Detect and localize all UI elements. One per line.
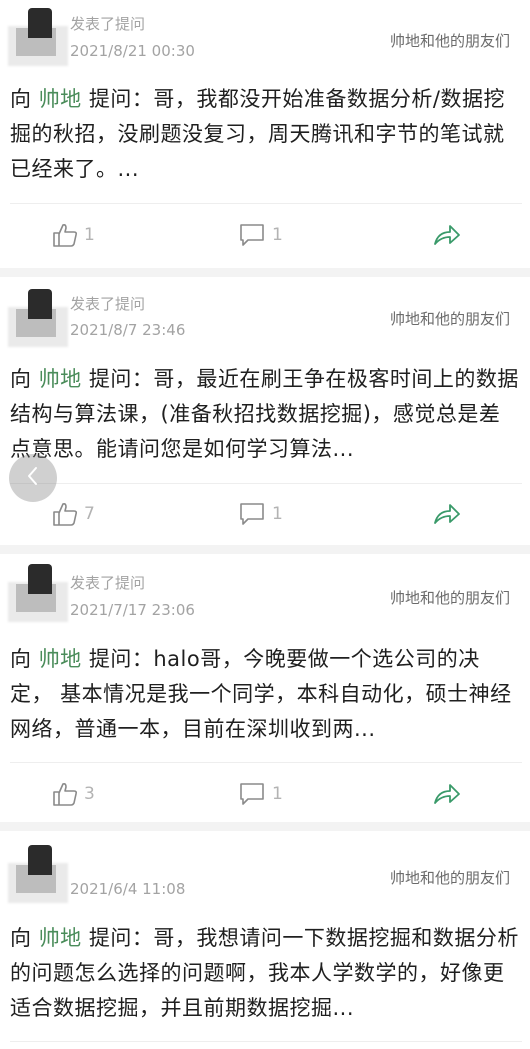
share-button[interactable] [432,499,462,529]
author-name[interactable]: 帅地 [39,926,82,950]
asked-label: 发表了提问 [70,574,146,592]
comment-count: 1 [272,784,283,804]
post-time: 2021/8/21 00:30 [70,42,195,60]
author-name[interactable]: 帅地 [39,87,82,111]
avatar[interactable] [8,845,68,905]
question-label: 提问： [88,87,154,111]
comment-icon [238,501,266,527]
post-time: 2021/7/17 23:06 [70,601,195,619]
question-body: 哥，我想请问一下数据挖掘和数据分析的问题怎么选择的问题啊，我本人学数学的，好像更… [10,926,519,1020]
action-bar: 3 1 [0,779,530,809]
asked-label: 发表了提问 [70,15,146,33]
thumbs-up-icon [52,781,78,807]
like-button[interactable]: 7 [52,499,95,529]
circle-name[interactable]: 帅地和他的朋友们 [390,308,510,329]
share-arrow-icon [432,501,462,527]
like-button[interactable]: 1 [52,220,95,250]
post-time: 2021/8/7 23:46 [70,321,186,339]
question-text[interactable]: 向 帅地 提问：哥，我都没开始准备数据分析/数据挖掘的秋招，没刷题没复习，周天腾… [10,82,520,187]
card-separator [0,545,530,554]
action-bar: 7 1 [0,499,530,529]
question-label: 提问： [88,926,154,950]
like-count: 3 [84,784,95,804]
question-text[interactable]: 向 帅地 提问：哥，最近在刷王争在极客时间上的数据结构与算法课，(准备秋招找数据… [10,362,520,467]
avatar[interactable] [8,289,68,349]
thumbs-up-icon [52,222,78,248]
comment-icon [238,781,266,807]
post-card[interactable]: 发表了提问 2021/8/7 23:46 帅地和他的朋友们 向 帅地 提问：哥，… [0,277,530,545]
question-body: halo哥，今晚要做一个选公司的决定， 基本情况是我一个同学，本科自动化，硕士神… [10,647,512,741]
divider [10,203,522,204]
chevron-left-icon [25,465,41,491]
comment-icon [238,222,266,248]
author-name[interactable]: 帅地 [39,367,82,391]
circle-name[interactable]: 帅地和他的朋友们 [390,867,510,888]
action-bar: 1 1 [0,220,530,250]
divider [10,1041,522,1042]
question-label: 提问： [88,367,154,391]
back-button[interactable] [9,454,57,502]
to-label: 向 [10,926,32,950]
comment-button[interactable]: 1 [238,499,283,529]
share-arrow-icon [432,222,462,248]
post-card[interactable]: 发表了提问 2021/7/17 23:06 帅地和他的朋友们 向 帅地 提问：h… [0,554,530,822]
share-button[interactable] [432,779,462,809]
divider [10,762,522,763]
like-button[interactable]: 3 [52,779,95,809]
to-label: 向 [10,647,32,671]
card-separator [0,268,530,277]
comment-count: 1 [272,225,283,245]
question-text[interactable]: 向 帅地 提问：halo哥，今晚要做一个选公司的决定， 基本情况是我一个同学，本… [10,642,520,747]
comment-count: 1 [272,504,283,524]
question-label: 提问： [88,647,154,671]
thumbs-up-icon [52,501,78,527]
comment-button[interactable]: 1 [238,779,283,809]
question-body: 哥，最近在刷王争在极客时间上的数据结构与算法课，(准备秋招找数据挖掘)，感觉总是… [10,367,519,461]
question-body: 哥，我都没开始准备数据分析/数据挖掘的秋招，没刷题没复习，周天腾讯和字节的笔试就… [10,87,505,181]
circle-name[interactable]: 帅地和他的朋友们 [390,30,510,51]
post-card[interactable]: 2021/6/4 11:08 帅地和他的朋友们 向 帅地 提问：哥，我想请问一下… [0,831,530,1049]
like-count: 1 [84,225,95,245]
to-label: 向 [10,87,32,111]
post-card[interactable]: 发表了提问 2021/8/21 00:30 帅地和他的朋友们 向 帅地 提问：哥… [0,0,530,268]
question-text[interactable]: 向 帅地 提问：哥，我想请问一下数据挖掘和数据分析的问题怎么选择的问题啊，我本人… [10,921,520,1026]
share-arrow-icon [432,781,462,807]
circle-name[interactable]: 帅地和他的朋友们 [390,587,510,608]
divider [10,483,522,484]
to-label: 向 [10,367,32,391]
share-button[interactable] [432,220,462,250]
post-time: 2021/6/4 11:08 [70,880,186,898]
like-count: 7 [84,504,95,524]
avatar[interactable] [8,564,68,624]
card-separator [0,822,530,831]
asked-label: 发表了提问 [70,295,146,313]
avatar[interactable] [8,8,68,68]
author-name[interactable]: 帅地 [39,647,82,671]
comment-button[interactable]: 1 [238,220,283,250]
